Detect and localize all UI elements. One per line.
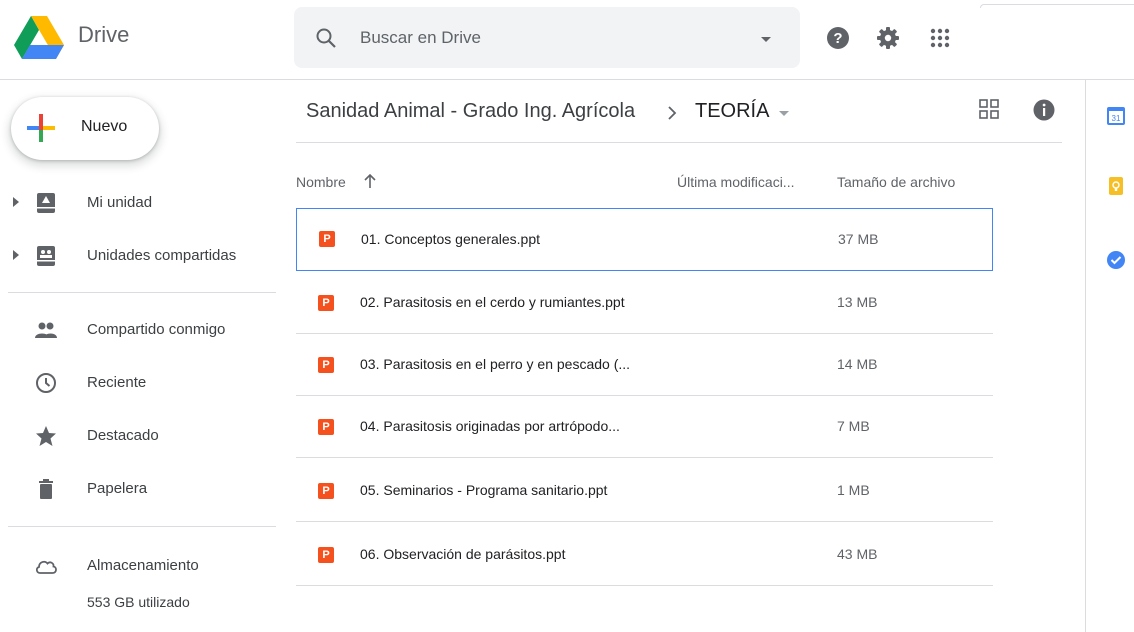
- main-divider: [296, 142, 1062, 143]
- search-icon[interactable]: [314, 26, 338, 50]
- search-options-dropdown-icon[interactable]: [756, 29, 776, 49]
- file-row[interactable]: P 06. Observación de parásitos.ppt 43 MB: [296, 525, 993, 586]
- search-bar[interactable]: [294, 7, 800, 68]
- svg-text:?: ?: [833, 30, 842, 47]
- file-size: 7 MB: [837, 418, 870, 434]
- recent-icon: [36, 373, 56, 393]
- star-icon: [36, 426, 56, 446]
- column-header-name[interactable]: Nombre: [296, 174, 346, 190]
- new-button[interactable]: Nuevo: [11, 97, 159, 160]
- sidebar-divider: [8, 526, 276, 527]
- file-size: 14 MB: [837, 356, 878, 372]
- powerpoint-file-icon: P: [318, 357, 334, 373]
- new-button-label: Nuevo: [81, 118, 128, 135]
- sidebar-item-my-drive[interactable]: Mi unidad: [0, 183, 276, 223]
- google-drive-logo[interactable]: [14, 16, 64, 60]
- sidebar-item-label: Reciente: [87, 374, 147, 391]
- sidebar-item-trash[interactable]: Papelera: [0, 469, 276, 509]
- file-row[interactable]: P 05. Seminarios - Programa sanitario.pp…: [296, 461, 993, 522]
- sidebar-item-label: Almacenamiento: [87, 557, 199, 574]
- file-size: 13 MB: [837, 294, 878, 310]
- breadcrumb-parent[interactable]: Sanidad Animal - Grado Ing. Agrícola: [306, 100, 635, 123]
- settings-icon[interactable]: [874, 24, 902, 52]
- calendar-icon[interactable]: 31: [1106, 106, 1126, 126]
- my-drive-icon: [37, 193, 55, 213]
- file-name: 03. Parasitosis en el perro y en pescado…: [360, 356, 631, 372]
- sidebar-item-label: Mi unidad: [87, 194, 153, 211]
- file-row[interactable]: P 03. Parasitosis en el perro y en pesca…: [296, 335, 993, 396]
- sidebar-item-storage[interactable]: Almacenamiento: [0, 546, 276, 586]
- powerpoint-file-icon: P: [318, 547, 334, 563]
- top-header: Drive ?: [0, 0, 1134, 80]
- cloud-icon: [35, 560, 57, 574]
- file-name: 06. Observación de parásitos.ppt: [360, 546, 566, 562]
- sidebar-item-label: Destacado: [87, 427, 159, 444]
- sidebar-item-recent[interactable]: Reciente: [0, 363, 276, 403]
- chevron-right-icon: [668, 106, 677, 120]
- powerpoint-file-icon: P: [318, 419, 334, 435]
- sidebar-item-label: Compartido conmigo: [87, 321, 226, 338]
- expand-arrow-icon[interactable]: [12, 197, 20, 207]
- sidebar-item-label: Papelera: [87, 480, 148, 497]
- storage-used-text: 553 GB utilizado: [87, 594, 190, 610]
- expand-arrow-icon[interactable]: [12, 250, 20, 260]
- file-size: 37 MB: [838, 231, 879, 247]
- sidebar-item-label: Unidades compartidas: [87, 247, 237, 264]
- sidebar-item-starred[interactable]: Destacado: [0, 416, 276, 456]
- file-row[interactable]: P 04. Parasitosis originadas por artrópo…: [296, 397, 993, 458]
- tasks-icon[interactable]: [1106, 250, 1126, 270]
- search-input[interactable]: [360, 26, 740, 50]
- sidebar-item-shared-with-me[interactable]: Compartido conmigo: [0, 310, 276, 350]
- keep-icon[interactable]: [1106, 176, 1126, 196]
- sidebar-divider: [8, 292, 276, 293]
- file-size: 43 MB: [837, 546, 878, 562]
- sort-ascending-icon[interactable]: [362, 172, 378, 190]
- sidebar-item-shared-drives[interactable]: Unidades compartidas: [0, 236, 276, 276]
- file-name: 02. Parasitosis en el cerdo y rumiantes.…: [360, 294, 625, 310]
- shared-drives-icon: [37, 246, 55, 266]
- trash-icon: [39, 479, 53, 499]
- app-name[interactable]: Drive: [78, 22, 129, 48]
- chevron-down-icon[interactable]: [776, 106, 792, 122]
- powerpoint-file-icon: P: [318, 483, 334, 499]
- apps-grid-icon[interactable]: [926, 24, 954, 52]
- column-header-modified[interactable]: Última modificaci...: [677, 174, 794, 190]
- help-icon[interactable]: ?: [824, 24, 852, 52]
- shared-with-me-icon: [35, 322, 57, 338]
- file-name: 04. Parasitosis originadas por artrópodo…: [360, 418, 620, 434]
- side-panel: 31: [1085, 80, 1134, 632]
- file-row[interactable]: P 01. Conceptos generales.ppt 37 MB: [296, 208, 993, 271]
- breadcrumb-current[interactable]: TEORÍA: [695, 100, 769, 123]
- info-icon[interactable]: [1032, 98, 1056, 122]
- powerpoint-file-icon: P: [318, 295, 334, 311]
- column-header-size[interactable]: Tamaño de archivo: [837, 174, 955, 190]
- file-name: 01. Conceptos generales.ppt: [361, 231, 541, 247]
- account-area[interactable]: [980, 4, 1134, 8]
- grid-view-icon[interactable]: [978, 98, 1000, 120]
- file-name: 05. Seminarios - Programa sanitario.ppt: [360, 482, 608, 498]
- file-row[interactable]: P 02. Parasitosis en el cerdo y rumiante…: [296, 273, 993, 334]
- file-size: 1 MB: [837, 482, 870, 498]
- plus-icon: [27, 114, 55, 142]
- powerpoint-file-icon: P: [319, 231, 335, 247]
- calendar-date: 31: [1112, 114, 1121, 123]
